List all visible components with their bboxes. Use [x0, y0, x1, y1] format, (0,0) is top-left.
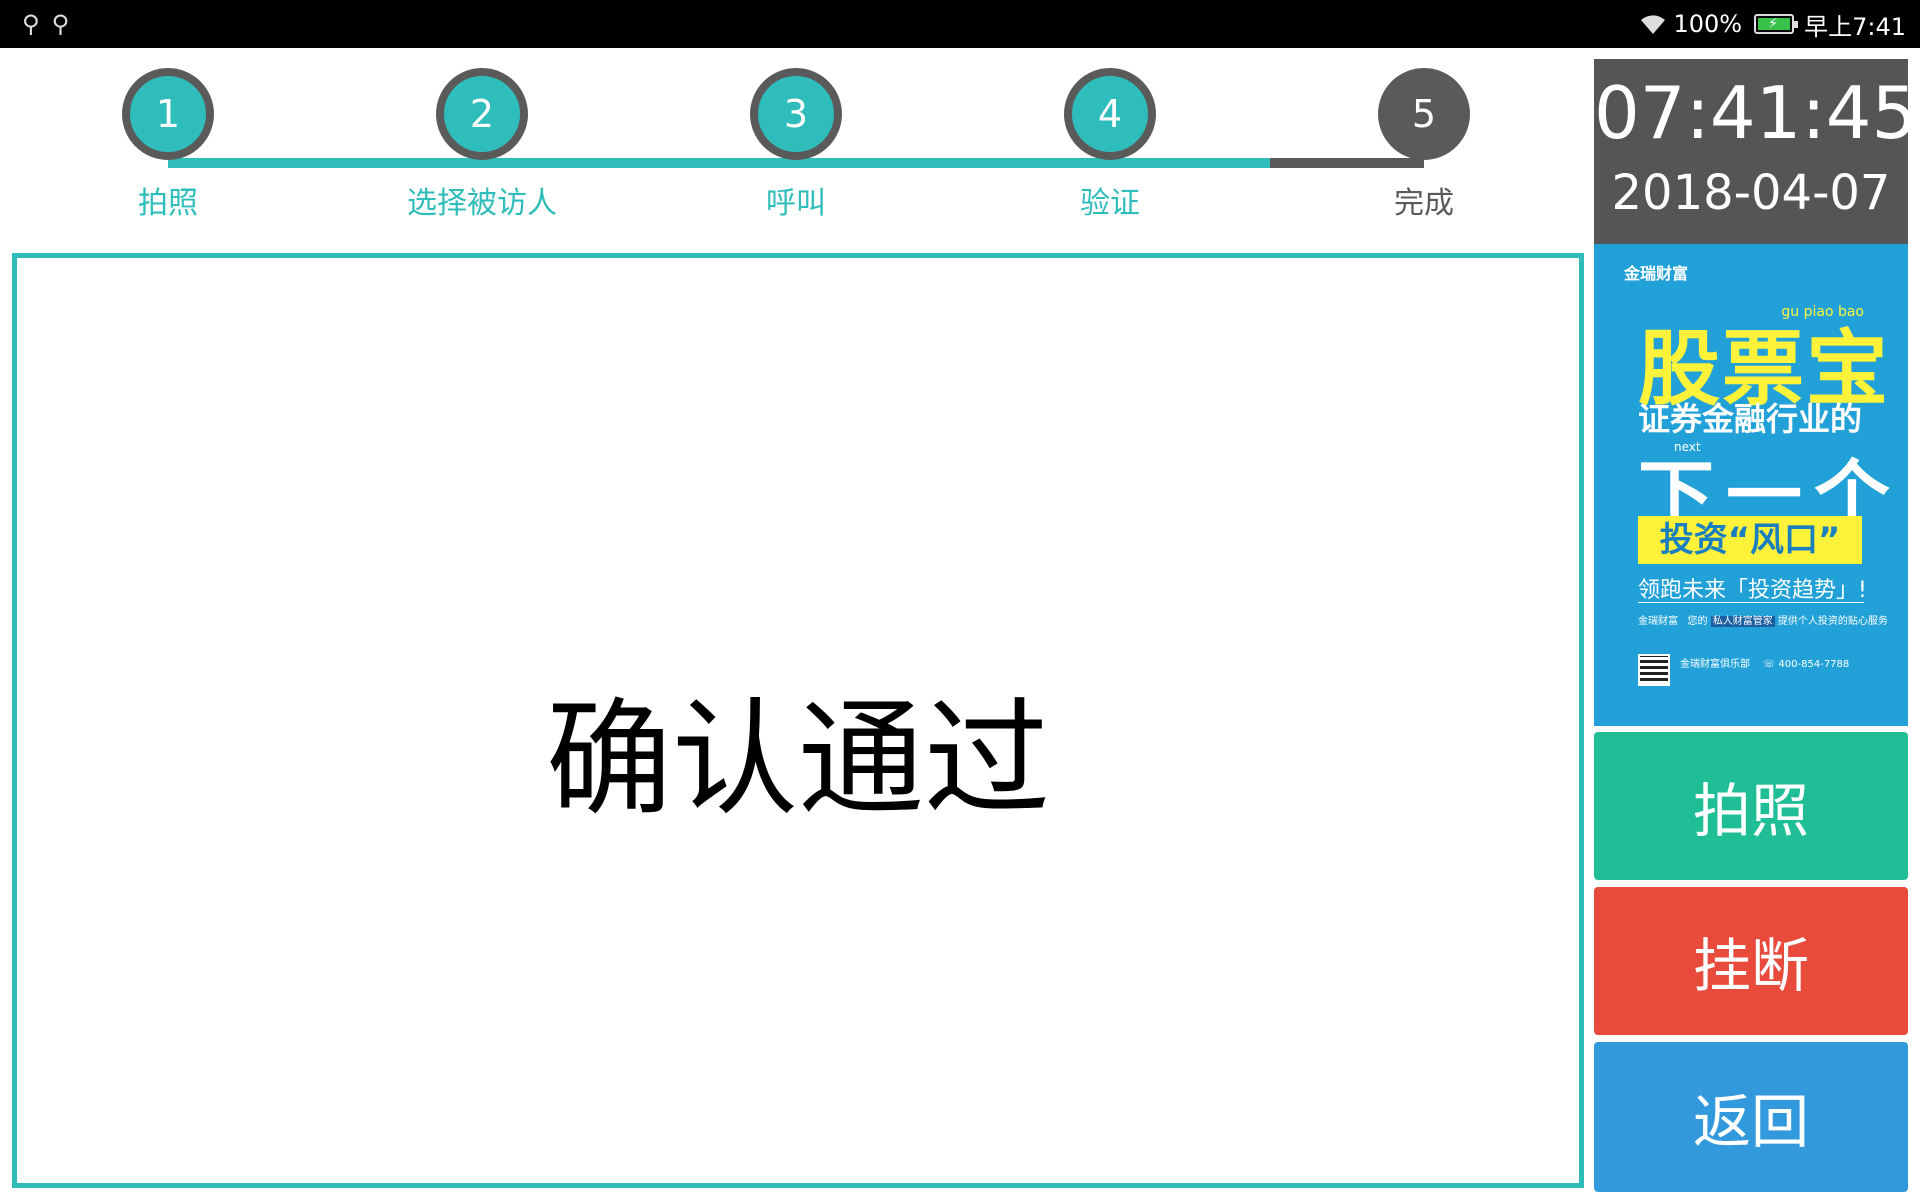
status-bar: ⚲⚲ 100% ⚡ 早上7:41 — [0, 0, 1920, 48]
usb-icons: ⚲⚲ — [22, 10, 81, 38]
clock-time: 07:41:45 — [1594, 71, 1918, 155]
step-label: 选择被访人 — [407, 186, 557, 221]
result-message: 确认通过 — [546, 686, 1050, 833]
step-2: 2 选择被访人 — [332, 68, 632, 222]
result-panel: 确认通过 — [12, 253, 1584, 1188]
progress-stepper: 1 拍照 2 选择被访人 3 呼叫 4 验证 5 完成 — [0, 48, 1590, 248]
ad-contact: 金瑞财富俱乐部 ☏ 400-854-7788 — [1680, 656, 1849, 674]
ad-divider — [1638, 602, 1864, 603]
ad-brand-logo: 金瑞财富 — [1624, 264, 1689, 283]
usb-icon: ⚲ — [51, 10, 82, 38]
step-label: 完成 — [1394, 186, 1454, 221]
step-circle: 1 — [122, 68, 214, 160]
step-circle: 2 — [436, 68, 528, 160]
step-label: 拍照 — [138, 186, 198, 221]
ad-line5-c: 提供个人投资的贴心服务 — [1777, 616, 1888, 627]
battery-percent: 100% — [1673, 10, 1743, 38]
qr-code-icon — [1638, 654, 1670, 686]
ad-pinyin: gu piao bao — [1781, 304, 1864, 320]
clock-date: 2018-04-07 — [1611, 165, 1891, 221]
phone-icon: ☏ — [1762, 659, 1776, 670]
ad-line5-highlight: 私人财富管家 — [1710, 616, 1775, 627]
ad-line3: 投资“风口” — [1638, 516, 1862, 564]
battery-icon: ⚡ — [1754, 14, 1799, 34]
hangup-button[interactable]: 挂断 — [1594, 887, 1908, 1035]
ad-club: 金瑞财富俱乐部 — [1680, 659, 1750, 670]
step-circle: 5 — [1378, 68, 1470, 160]
step-label: 验证 — [1080, 186, 1140, 221]
step-4: 4 验证 — [960, 68, 1260, 222]
step-circle: 4 — [1064, 68, 1156, 160]
usb-icon: ⚲ — [22, 10, 52, 38]
ad-line4: 领跑未来「投资趋势」! — [1638, 578, 1867, 603]
wifi-icon — [1641, 15, 1666, 34]
status-time: 早上7:41 — [1804, 12, 1906, 41]
ad-line5-b: 您的 — [1687, 616, 1708, 627]
ad-line5: 金瑞财富 您的 私人财富管家 提供个人投资的贴心服务 — [1638, 612, 1888, 627]
step-3: 3 呼叫 — [646, 68, 946, 222]
step-5: 5 完成 — [1274, 68, 1574, 222]
status-right: 100% ⚡ 早上7:41 — [1633, 9, 1906, 41]
ad-next-tag: next — [1674, 440, 1701, 454]
step-label: 呼叫 — [766, 186, 826, 221]
step-1: 1 拍照 — [18, 68, 318, 222]
step-circle: 3 — [750, 68, 842, 160]
advertisement-banner[interactable]: 金瑞财富 股票宝 gu piao bao 证券金融行业的 下一个 next 投资… — [1594, 244, 1908, 726]
ad-phone: 400-854-7788 — [1778, 659, 1850, 670]
photo-button[interactable]: 拍照 — [1594, 732, 1908, 880]
ad-line5-a: 金瑞财富 — [1638, 616, 1678, 627]
back-button[interactable]: 返回 — [1594, 1042, 1908, 1192]
clock-panel: 07:41:45 2018-04-07 — [1594, 59, 1918, 244]
